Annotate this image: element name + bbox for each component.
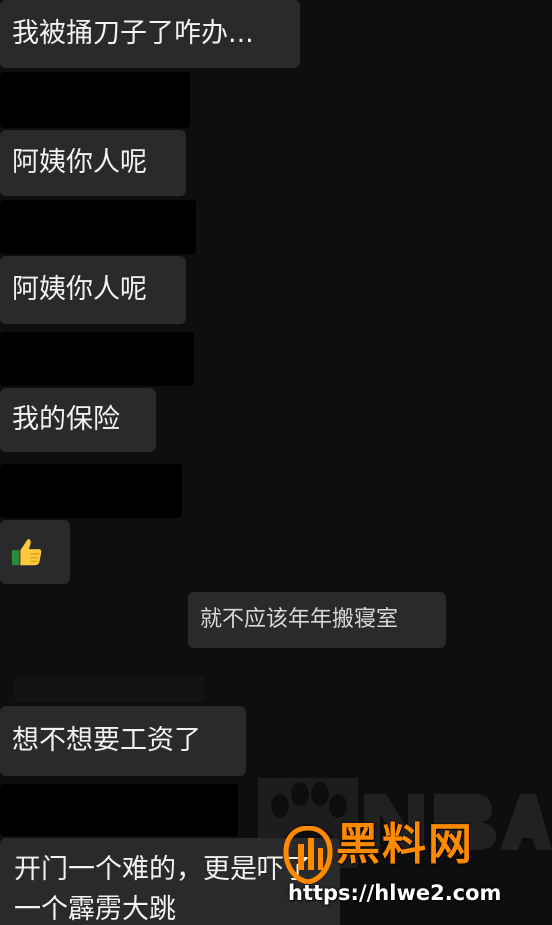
message-bubble[interactable]: 我被捅刀子了咋办...: [0, 0, 300, 68]
message-bubble[interactable]: [0, 520, 70, 584]
redacted-message: [0, 464, 182, 518]
message-text: 想不想要工资了: [12, 725, 201, 756]
message-bubble[interactable]: 阿姨你人呢: [0, 130, 186, 196]
faded-timestamp-row: [14, 676, 204, 702]
message-text: 阿姨你人呢: [12, 147, 147, 178]
watermark-url: https://hlwe2.com: [288, 881, 502, 905]
site-logo-icon: [283, 826, 333, 884]
message-bubble[interactable]: 我的保险: [0, 388, 156, 452]
watermark-title: 黑料网: [336, 819, 474, 870]
message-text: 我被捅刀子了咋办...: [12, 18, 254, 49]
redacted-message: [0, 72, 190, 128]
redacted-message: [0, 332, 194, 386]
message-bubble[interactable]: 就不应该年年搬寝室: [188, 592, 446, 648]
message-text: 开门一个难的，更是吓了一个霹雳大跳: [14, 854, 311, 925]
message-text: 阿姨你人呢: [12, 274, 147, 305]
message-text: 我的保险: [12, 404, 120, 435]
message-bubble[interactable]: 阿姨你人呢: [0, 256, 186, 324]
message-bubble[interactable]: 想不想要工资了: [0, 706, 246, 776]
redacted-message: [0, 200, 196, 254]
message-text: 就不应该年年搬寝室: [200, 607, 399, 632]
redacted-message: [0, 784, 238, 836]
thumbs-up-icon: [11, 539, 42, 566]
chat-screen: 我被捅刀子了咋办... 阿姨你人呢 阿姨你人呢 我的保险 就不应该年年搬寝室 想…: [0, 0, 552, 925]
